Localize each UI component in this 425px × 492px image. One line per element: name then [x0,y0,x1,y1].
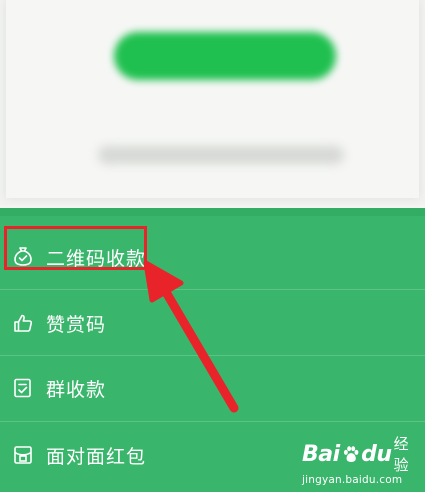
menu-divider [0,289,425,290]
blurred-green-button [114,32,336,80]
watermark-jingyan-text: 经验 [393,435,409,474]
watermark-bai-text: Bai [302,441,340,467]
menu-item-label: 面对面红包 [46,445,147,468]
highlight-box-annotation [4,226,147,270]
red-packet-icon [10,442,36,468]
watermark-brand: Bai du 经验 [302,435,418,474]
menu-divider [0,355,425,356]
baidu-jingyan-watermark: Bai du 经验 jingyan.baidu.com [302,435,418,488]
menu-item-label: 群收款 [46,378,107,401]
group-payment-icon [10,375,36,401]
blurred-card-inner [6,0,419,198]
menu-item-group-collect[interactable]: 群收款 [0,357,425,419]
menu-divider [0,421,425,422]
watermark-du-text: du [361,441,392,467]
blurred-card [0,0,425,205]
paw-icon [343,446,359,463]
menu-item-label: 赞赏码 [46,313,107,336]
blurred-caption [98,146,344,164]
thumbs-up-icon [10,310,36,336]
menu-item-appreciation-code[interactable]: 赞赏码 [0,292,425,354]
watermark-url: jingyan.baidu.com [302,474,403,486]
